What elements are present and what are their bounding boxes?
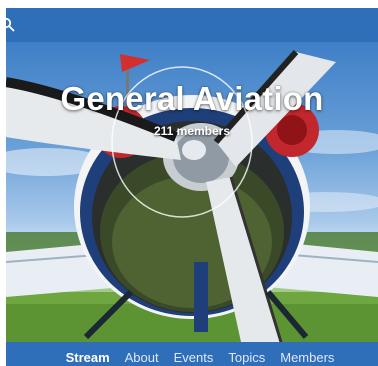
tab-members[interactable]: Members xyxy=(280,350,334,365)
group-page: General Aviation 211 members Stream Abou… xyxy=(6,8,378,366)
group-nav-tabs: Stream About Events Topics Members xyxy=(6,342,378,366)
tab-stream[interactable]: Stream xyxy=(66,350,110,365)
tab-topics[interactable]: Topics xyxy=(228,350,265,365)
tab-events[interactable]: Events xyxy=(174,350,214,365)
tab-about[interactable]: About xyxy=(125,350,159,365)
top-app-bar xyxy=(6,8,378,42)
search-icon[interactable] xyxy=(6,17,16,33)
group-title: General Aviation xyxy=(60,80,324,117)
member-count[interactable]: 211 members xyxy=(6,124,378,138)
group-cover-banner: General Aviation 211 members xyxy=(6,42,378,342)
